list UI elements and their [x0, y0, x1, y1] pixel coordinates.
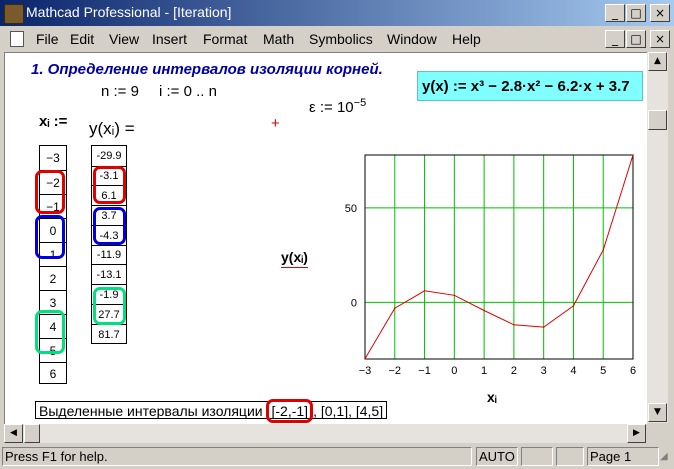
- xi-cell-9: 6: [40, 362, 66, 384]
- status-panel-blank-1: [521, 447, 553, 466]
- data-point: [483, 309, 485, 312]
- scroll-down-button[interactable]: ▼: [648, 403, 667, 422]
- data-point: [364, 358, 366, 360]
- x-tick-label: 5: [600, 365, 606, 377]
- interval-rest: , [0,1], [4,5]: [313, 403, 384, 419]
- doc-restore-button[interactable]: □: [626, 30, 646, 48]
- y-tick-label: 50: [345, 203, 357, 215]
- n-definition[interactable]: n := 9: [101, 83, 139, 100]
- interval-1: [-2,-1]: [271, 403, 309, 419]
- menu-insert[interactable]: Insert: [152, 31, 187, 47]
- x-tick-label: 0: [451, 365, 457, 377]
- yxi-label: y(xᵢ) =: [89, 119, 135, 138]
- status-calc-mode: AUTO: [476, 447, 518, 466]
- data-point: [542, 326, 545, 328]
- data-point: [513, 324, 515, 326]
- resize-grip-icon[interactable]: ◢: [660, 451, 672, 465]
- menu-window[interactable]: Window: [387, 31, 437, 47]
- menu-help[interactable]: Help: [452, 31, 481, 47]
- mathcad-app-icon[interactable]: [4, 4, 24, 24]
- y-cell-0: -29.9: [96, 150, 122, 162]
- scroll-up-button[interactable]: ▲: [648, 52, 667, 71]
- xi-cell-5: 2: [40, 266, 66, 290]
- epsilon-definition[interactable]: ε := 10−5: [309, 97, 366, 116]
- insertion-crosshair: +: [271, 115, 280, 132]
- x-tick-label: −1: [418, 365, 431, 377]
- x-tick-label: 4: [570, 365, 576, 377]
- blue-interval-ring-xi: [35, 215, 65, 259]
- blue-interval-ring-y: [93, 207, 126, 245]
- data-point: [393, 307, 396, 309]
- title-bar: Mathcad Professional - [Iteration] _ □ ×: [0, 0, 674, 26]
- doc-minimize-button[interactable]: _: [605, 30, 625, 48]
- intervals-statement[interactable]: Выделенные интервалы изоляции [-2,-1], […: [35, 399, 388, 423]
- red-interval-ring-y: [93, 166, 126, 204]
- xi-cell-0: −3: [46, 151, 60, 165]
- worksheet[interactable]: 1. Определение интервалов изоляции корне…: [4, 52, 647, 424]
- scroll-left-button[interactable]: ◀: [4, 424, 23, 443]
- i-range-definition[interactable]: i := 0 .. n: [159, 83, 217, 100]
- data-point: [602, 249, 605, 251]
- plot-x-axis-label: xᵢ: [487, 389, 497, 405]
- epsilon-base: ε := 10: [309, 99, 354, 116]
- y-cell-6: -13.1: [92, 264, 126, 284]
- plot-frame: [364, 154, 634, 360]
- menu-bar: File Edit View Insert Format Math Symbol…: [0, 27, 674, 51]
- window-title: Mathcad Professional - [Iteration]: [26, 4, 232, 20]
- status-help-text: Press F1 for help.: [2, 447, 472, 466]
- menu-file[interactable]: File: [36, 31, 59, 47]
- x-tick-label: −2: [389, 365, 402, 377]
- minimize-button[interactable]: _: [605, 4, 625, 22]
- y-tick-label: 0: [351, 297, 357, 309]
- doc-close-button[interactable]: ×: [650, 30, 670, 48]
- epsilon-exponent: −5: [353, 97, 367, 109]
- green-interval-ring-y: [93, 287, 126, 325]
- document-icon[interactable]: [10, 31, 24, 47]
- data-point: [453, 294, 456, 297]
- plot-y-axis-label: y(xᵢ): [281, 249, 308, 268]
- status-bar: Press F1 for help. AUTO Page 1 ◢: [0, 445, 674, 469]
- menu-edit[interactable]: Edit: [70, 31, 94, 47]
- x-tick-label: 2: [511, 365, 517, 377]
- xy-plot[interactable]: −3 −2 −1 0 1 2 3 4 5 6 0 50: [325, 149, 645, 389]
- xi-label: xᵢ :=: [39, 113, 68, 130]
- section-heading: 1. Определение интервалов изоляции корне…: [31, 61, 383, 78]
- x-tick-label: 1: [481, 365, 487, 377]
- menu-symbolics[interactable]: Symbolics: [309, 31, 373, 47]
- y-cell-9: 81.7: [92, 324, 126, 344]
- data-point: [572, 305, 575, 307]
- x-tick-label: −3: [359, 365, 372, 377]
- interval-1-ring: [-2,-1]: [266, 399, 314, 423]
- menu-format[interactable]: Format: [203, 31, 247, 47]
- horizontal-scrollbar[interactable]: ◀ ▶: [4, 424, 646, 443]
- red-interval-ring-xi: [35, 170, 65, 214]
- maximize-button[interactable]: □: [626, 4, 646, 22]
- data-point: [632, 154, 634, 156]
- data-point: [423, 290, 426, 292]
- vertical-scroll-thumb[interactable]: [648, 110, 667, 130]
- status-panel-blank-2: [556, 447, 584, 466]
- green-interval-ring-xi: [35, 310, 65, 354]
- vertical-scrollbar[interactable]: ▲ ▼: [647, 52, 668, 423]
- x-tick-label: 3: [541, 365, 547, 377]
- x-tick-label: 6: [630, 365, 636, 377]
- intervals-label: Выделенные интервалы изоляции: [39, 403, 263, 419]
- series-line: [364, 154, 634, 360]
- horizontal-scroll-thumb[interactable]: [24, 424, 40, 443]
- menu-view[interactable]: View: [109, 31, 139, 47]
- close-button[interactable]: ×: [650, 4, 670, 22]
- y-cell-5: -11.9: [92, 245, 126, 264]
- function-definition[interactable]: y(x) := x³ − 2.8·x² − 6.2·x + 3.7: [417, 71, 643, 101]
- status-page: Page 1: [587, 447, 659, 466]
- menu-math[interactable]: Math: [263, 31, 294, 47]
- scroll-right-button[interactable]: ▶: [627, 424, 646, 443]
